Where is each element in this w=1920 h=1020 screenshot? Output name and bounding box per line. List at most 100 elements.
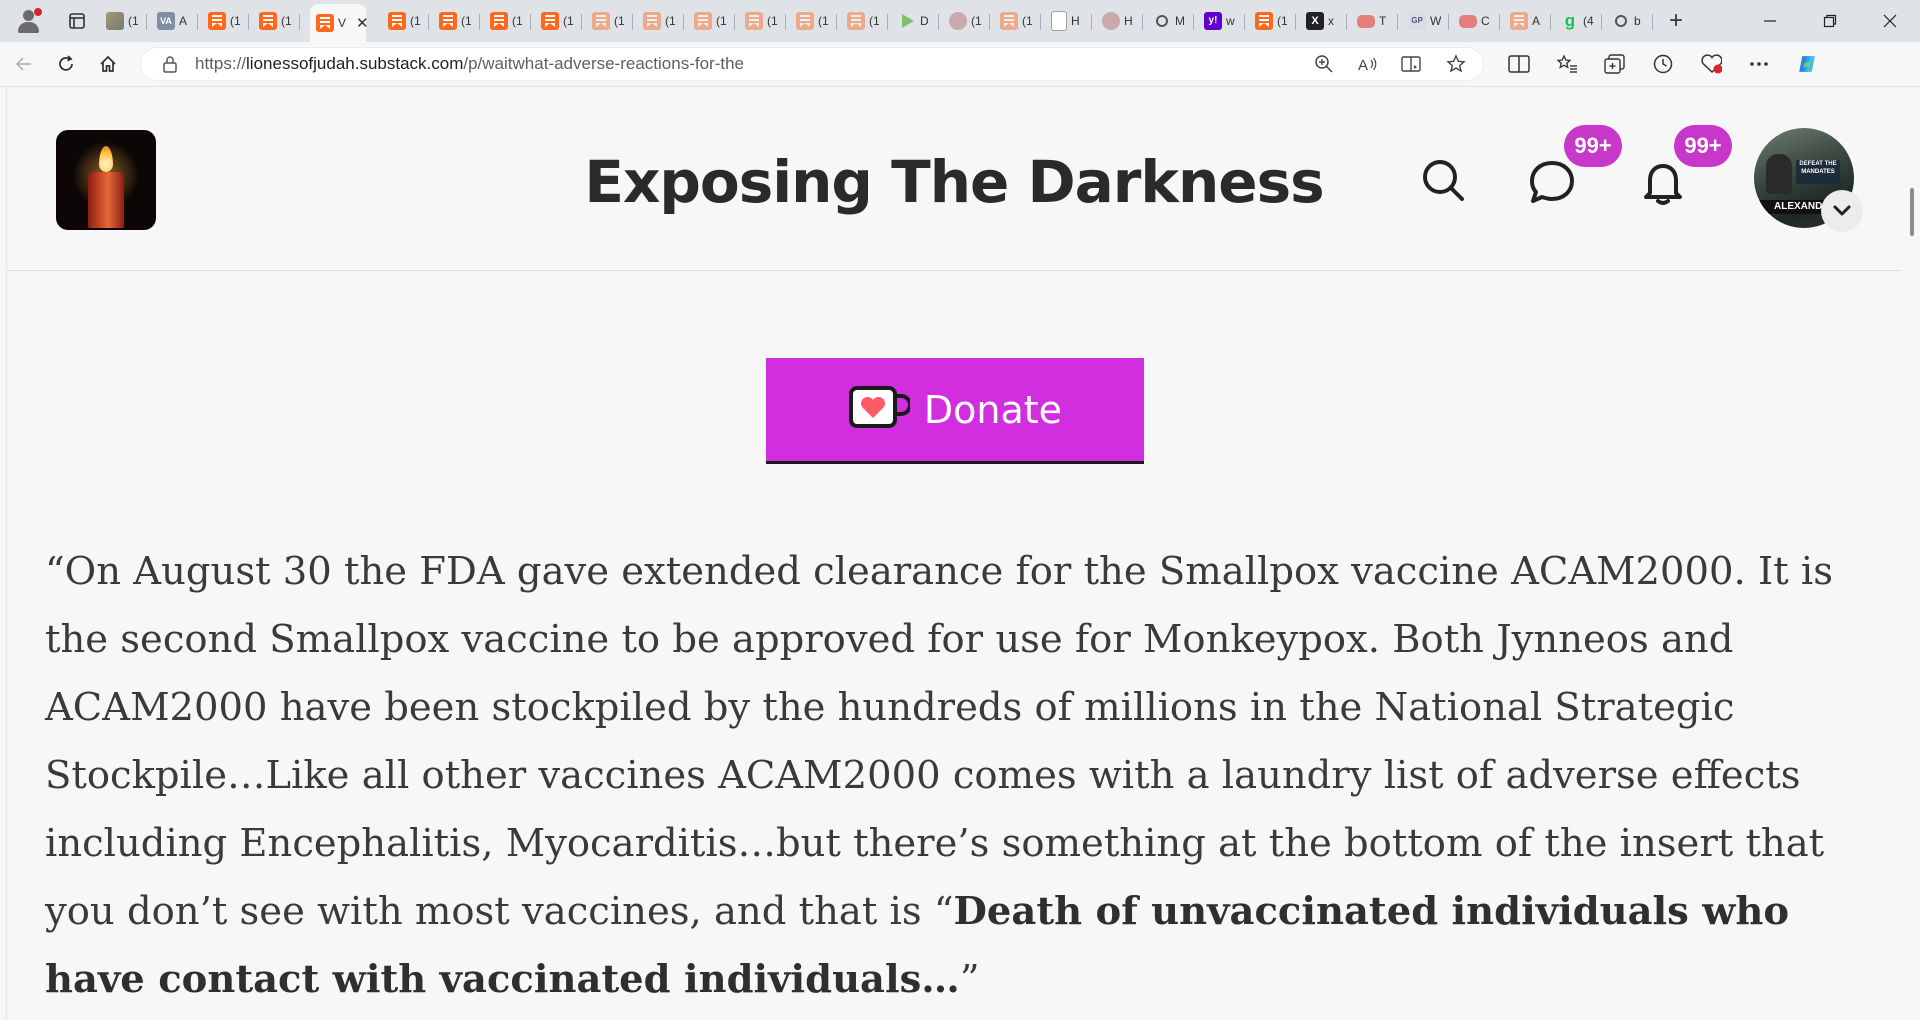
restore-button[interactable] [1800,0,1860,42]
tab[interactable]: (1 [694,4,735,38]
tab[interactable]: (1 [745,4,786,38]
substack-icon [490,12,508,30]
tab[interactable]: T [1357,4,1398,38]
tab[interactable]: M [1153,4,1194,38]
tab-title: (1 [767,14,778,28]
more-options-icon[interactable] [1748,53,1770,75]
browser-tab-strip: (1 VA A (1 (1 V ✕ (1 (1 (1 (1 (1 (1 (1 (1 (1 (1 D (1 (1 H H My… [0,0,1920,42]
donate-button[interactable]: Donate [766,358,1144,464]
tab[interactable]: C [1459,4,1500,38]
immersive-reader-icon[interactable] [1401,53,1423,75]
g-icon: g [1564,11,1576,30]
minimize-button[interactable] [1740,0,1800,42]
tab-title: (1 [665,14,676,28]
tab-title: (1 [128,14,139,28]
tab[interactable]: (1 [847,4,888,38]
home-button[interactable] [90,46,126,82]
profile-icon[interactable] [14,7,42,35]
substack-icon [847,12,865,30]
favorite-star-icon[interactable] [1445,53,1467,75]
tab[interactable]: (1 [490,4,531,38]
browser-essentials-icon[interactable] [1700,53,1722,75]
tab[interactable]: H [1102,4,1143,38]
history-icon[interactable] [1652,53,1674,75]
substack-icon [541,12,559,30]
tab-actions-icon[interactable] [64,8,90,34]
tab-title: (1 [1277,14,1288,28]
image-thumb-icon [106,12,124,30]
tab-title: (1 [563,14,574,28]
account-menu-chevron-down-icon[interactable] [1821,190,1863,232]
chat-icon[interactable] [1526,156,1578,208]
split-screen-icon[interactable] [1508,53,1530,75]
lock-icon[interactable] [159,53,181,75]
page-scrollbar[interactable] [1904,88,1920,1020]
read-aloud-icon[interactable]: A [1357,53,1379,75]
notifications-bell-icon[interactable] [1637,156,1689,208]
search-icon [1612,12,1630,30]
donate-label: Donate [923,387,1063,432]
tab[interactable]: (1 [1000,4,1041,38]
substack-icon [439,12,457,30]
tab-active[interactable]: V ✕ [310,4,369,42]
tab-title: (4 [1583,14,1594,28]
tab[interactable]: (1 [541,4,582,38]
tab-title: T [1379,14,1387,28]
tab[interactable]: GP W [1408,4,1449,38]
scrollbar-thumb[interactable] [1910,188,1914,236]
substack-icon [1510,12,1528,30]
address-bar[interactable]: https://lionessofjudah.substack.com/p/wa… [140,47,1484,81]
favorites-icon[interactable] [1556,53,1578,75]
tab[interactable]: (1 [796,4,837,38]
tab[interactable]: VA A [157,4,198,38]
tab-title: (1 [818,14,829,28]
svg-text:A: A [1358,57,1368,74]
close-window-button[interactable] [1860,0,1920,42]
tab[interactable]: (1 [949,4,990,38]
youtube-icon [1357,14,1375,28]
window-controls [1740,0,1920,42]
tab[interactable]: g (4 [1561,4,1602,38]
tab[interactable]: A [1510,4,1551,38]
tab[interactable]: b [1612,4,1653,38]
zoom-icon[interactable] [1313,53,1335,75]
substack-icon [694,12,712,30]
tab[interactable]: (1 [439,4,480,38]
tab-title: (1 [614,14,625,28]
document-icon [1051,11,1067,31]
tab-title: A [179,14,188,28]
tab[interactable]: Xx [1306,4,1347,38]
tab[interactable]: D [898,4,939,38]
tab[interactable]: (1 [106,4,147,38]
notifications-badge: 99+ [1674,125,1732,167]
substack-icon [1000,12,1018,30]
collections-icon[interactable] [1604,53,1626,75]
substack-icon [592,12,610,30]
tab[interactable]: (1 [643,4,684,38]
back-button[interactable] [6,46,42,82]
tab-title: (1 [971,14,982,28]
tab[interactable]: (1 [388,4,429,38]
yahoo-icon: y! [1204,12,1222,30]
refresh-button[interactable] [48,46,84,82]
tab[interactable]: (1 [259,4,300,38]
person-icon [1102,12,1120,30]
tab-title: W [1430,14,1442,28]
search-icon [1153,12,1171,30]
browser-toolbar: https://lionessofjudah.substack.com/p/wa… [0,42,1920,87]
tab-title: H [1071,14,1080,28]
tab-close-icon[interactable]: ✕ [356,14,369,32]
substack-icon [745,12,763,30]
tab[interactable]: (1 [208,4,249,38]
tab[interactable]: (1 [592,4,633,38]
tab[interactable]: H [1051,4,1092,38]
tab[interactable]: y! w [1204,4,1245,38]
new-tab-button[interactable]: + [1669,9,1683,33]
site-header: Exposing The Darkness 99+ 99+ DEFEAT THE… [7,88,1901,271]
tab-title: x [1328,14,1334,28]
copilot-icon[interactable] [1796,53,1818,75]
tab[interactable]: (1 [1255,4,1296,38]
va-logo-icon: VA [157,12,175,30]
search-icon[interactable] [1417,154,1469,206]
tab-title: A [1532,14,1541,28]
